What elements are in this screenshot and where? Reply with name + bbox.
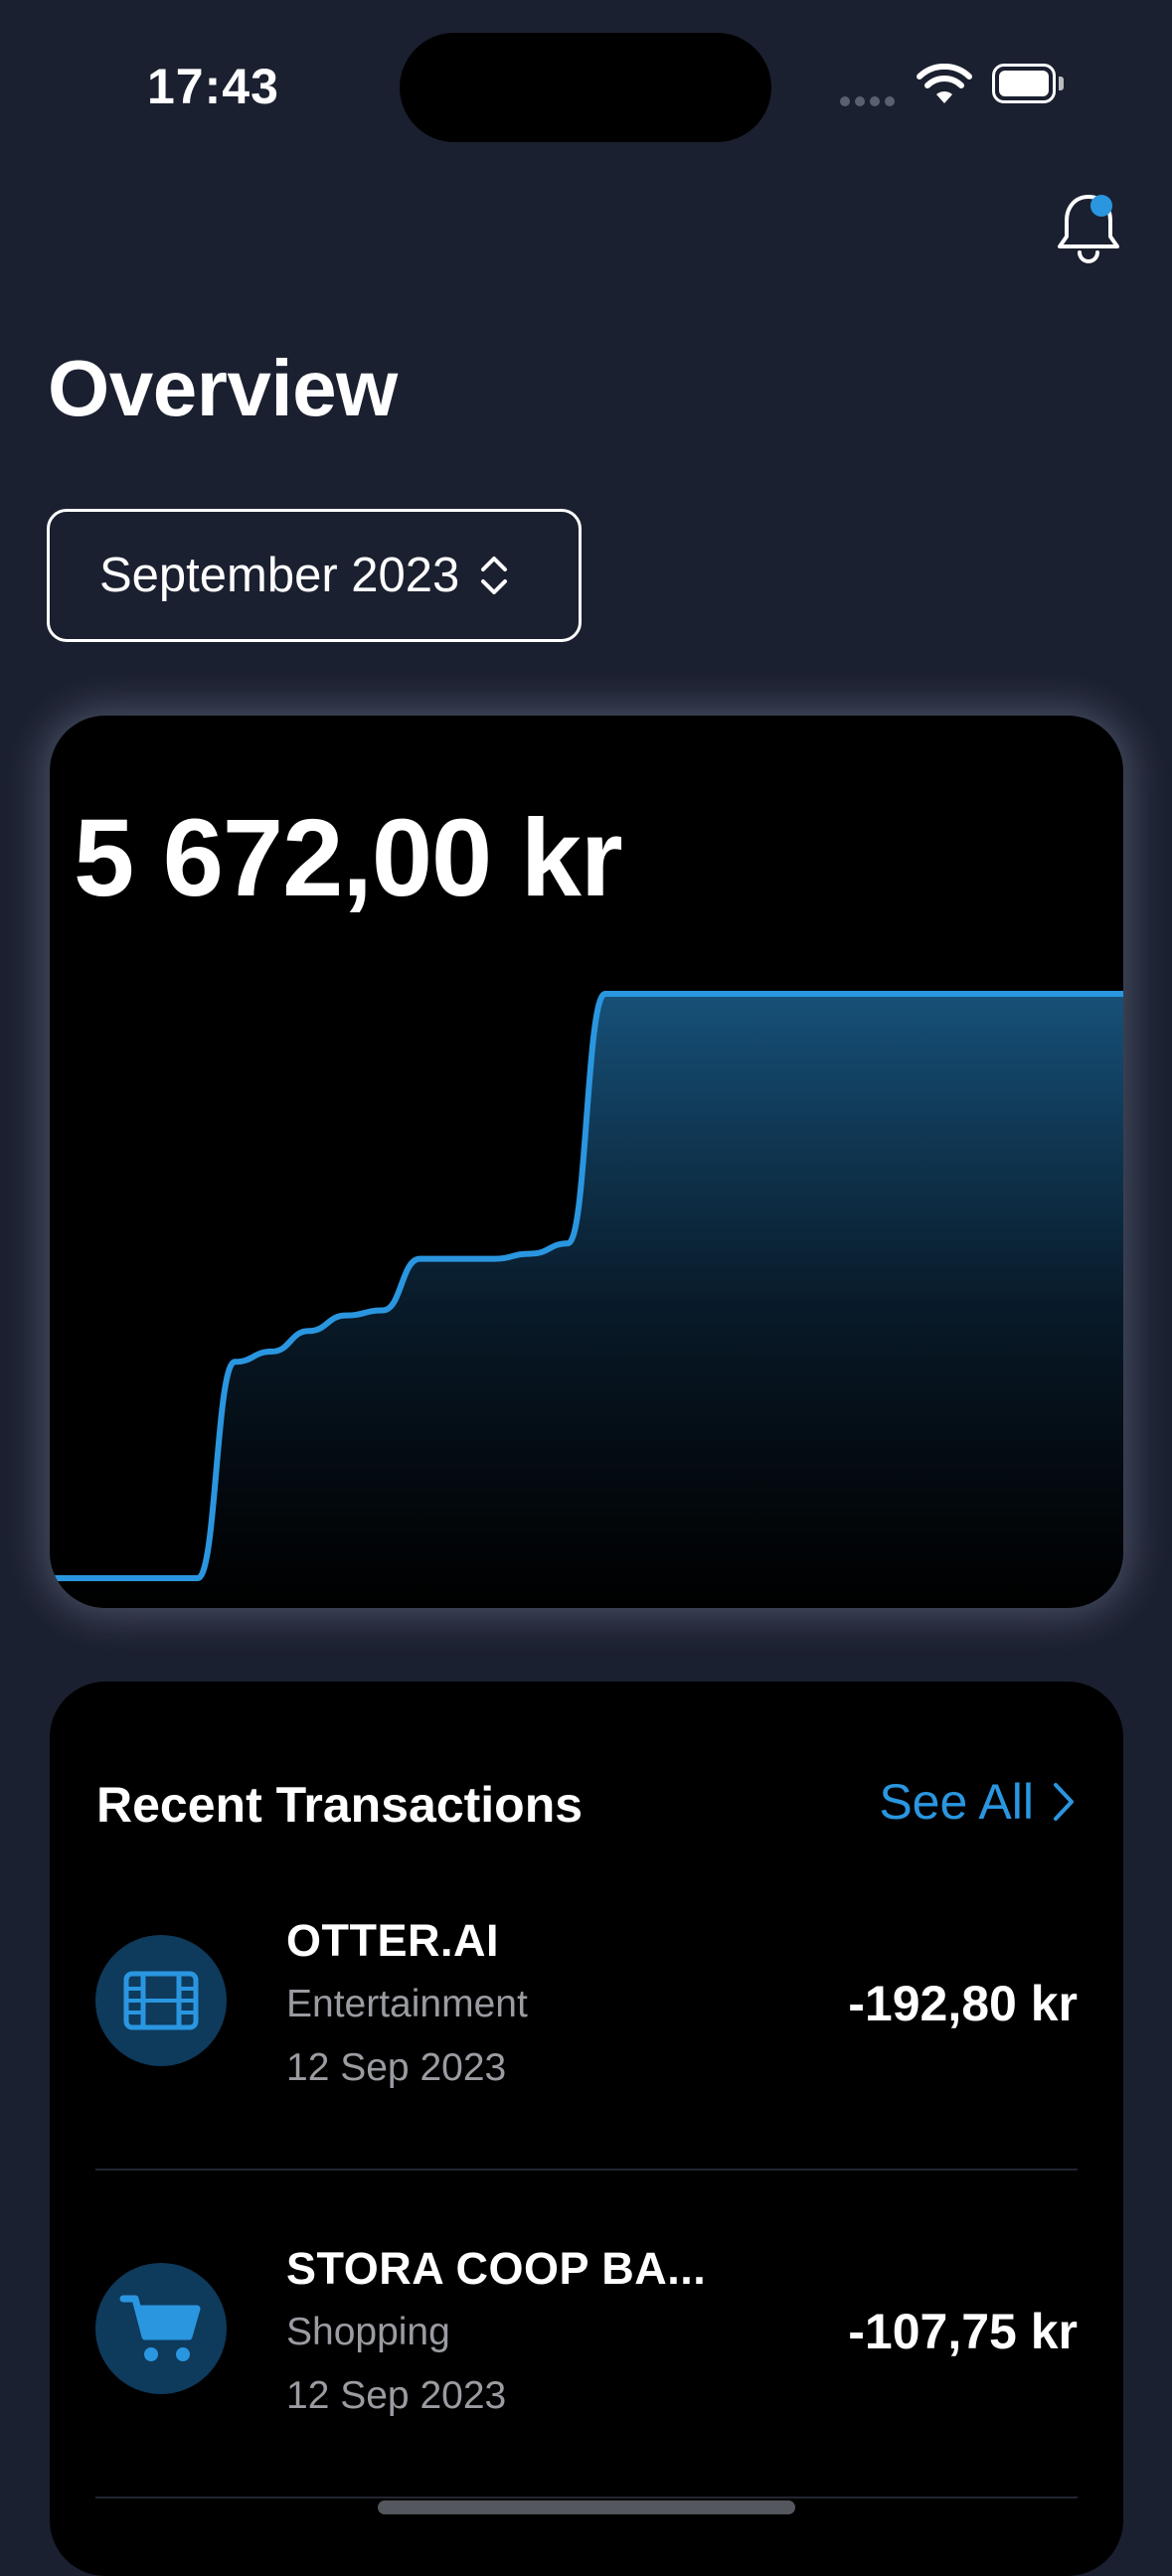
transaction-name: STORA COOP BA...	[286, 2243, 707, 2294]
total-amount: 5 672,00 kr	[74, 797, 623, 919]
transaction-row[interactable]: STORA COOP BA... Shopping 12 Sep 2023 -1…	[95, 2243, 1078, 2576]
transaction-date: 12 Sep 2023	[286, 2374, 507, 2417]
month-picker[interactable]: September 2023	[47, 509, 582, 642]
dynamic-island	[400, 33, 771, 142]
recent-transactions-title: Recent Transactions	[96, 1777, 584, 1833]
transaction-name: OTTER.AI	[286, 1915, 499, 1966]
bell-icon[interactable]	[1054, 189, 1123, 268]
wifi-icon	[917, 64, 972, 103]
notification-badge	[1090, 195, 1112, 217]
see-all-button[interactable]: See All	[879, 1773, 1076, 1831]
home-indicator	[378, 2500, 795, 2514]
recent-transactions-card: Recent Transactions See All OTTER.AI Ent…	[50, 1682, 1123, 2576]
transaction-date: 12 Sep 2023	[286, 2046, 507, 2089]
spending-chart-card: 5 672,00 kr	[50, 716, 1123, 1608]
month-picker-label: September 2023	[99, 549, 460, 602]
chevron-up-down-icon	[481, 557, 508, 594]
status-bar: 17:43	[0, 0, 1172, 159]
film-icon	[95, 1935, 227, 2066]
divider	[95, 2496, 1078, 2498]
transaction-amount: -192,80 kr	[848, 1976, 1078, 2031]
see-all-label: See All	[879, 1774, 1034, 1830]
transaction-category: Entertainment	[286, 1983, 528, 2025]
signal-icon	[840, 93, 900, 106]
divider	[95, 2169, 1078, 2171]
transaction-amount: -107,75 kr	[848, 2304, 1078, 2359]
status-time: 17:43	[147, 59, 279, 114]
transaction-category: Shopping	[286, 2311, 450, 2353]
page-title: Overview	[48, 344, 398, 432]
battery-icon	[992, 64, 1064, 107]
chevron-right-icon	[1054, 1783, 1074, 1821]
cart-icon	[95, 2263, 227, 2394]
transaction-row[interactable]: OTTER.AI Entertainment 12 Sep 2023 -192,…	[95, 1915, 1078, 2263]
